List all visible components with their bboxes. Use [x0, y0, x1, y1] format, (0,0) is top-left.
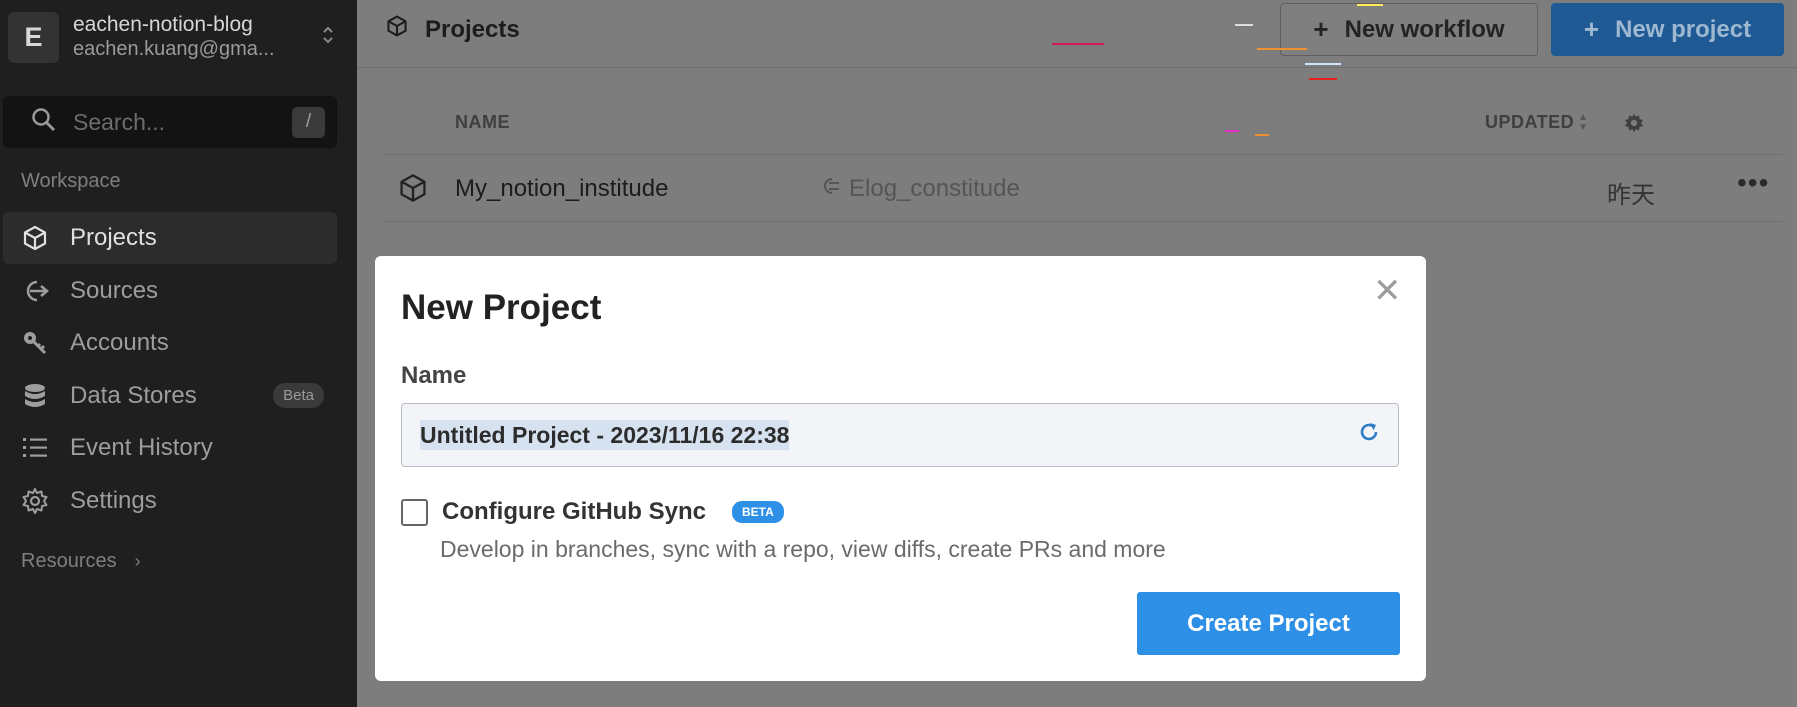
workspace-section-title: Workspace [21, 170, 121, 192]
cube-icon [385, 14, 409, 45]
workspace-avatar: E [8, 11, 59, 63]
source-link-icon [823, 175, 841, 203]
create-project-button[interactable]: Create Project [1137, 592, 1400, 655]
artifact-line [1255, 134, 1269, 136]
chevron-updown-icon[interactable] [322, 24, 334, 51]
gear-icon [20, 486, 50, 516]
artifact-line [1257, 48, 1307, 50]
list-icon [20, 433, 50, 463]
project-source-label: Elog_constitude [849, 175, 1020, 202]
sidebar-nav: Projects Sources Accounts Data Stores Be… [3, 212, 337, 527]
sidebar-item-settings[interactable]: Settings [3, 475, 337, 527]
cube-icon [397, 172, 429, 209]
column-settings-gear-icon[interactable] [1623, 112, 1645, 139]
github-sync-description: Develop in branches, sync with a repo, v… [440, 536, 1166, 562]
artifact-line [1235, 24, 1253, 26]
workspace-switcher[interactable]: E eachen-notion-blog eachen.kuang@gma... [8, 8, 348, 66]
page-title-text: Projects [425, 15, 520, 43]
refresh-icon[interactable] [1358, 421, 1380, 450]
source-arrow-icon [20, 276, 50, 306]
github-sync-checkbox[interactable] [401, 498, 428, 526]
project-name-selected-text: Untitled Project - 2023/11/16 22:38 [420, 419, 790, 450]
search-input[interactable]: Search... [73, 109, 292, 136]
more-options-icon[interactable]: ••• [1737, 167, 1769, 199]
project-source[interactable]: Elog_constitude [823, 175, 1020, 203]
beta-badge: Beta [273, 383, 324, 408]
modal-title: New Project [401, 288, 602, 327]
top-bar: Projects + New workflow + New project [357, 0, 1797, 68]
search-bar[interactable]: Search... / [3, 96, 337, 148]
workspace-info: eachen-notion-blog eachen.kuang@gma... [73, 13, 322, 60]
sidebar-item-label: Projects [70, 224, 157, 251]
search-icon [31, 107, 57, 138]
sidebar-item-projects[interactable]: Projects [3, 212, 337, 264]
plus-icon: + [1313, 14, 1329, 44]
plus-icon: + [1583, 14, 1600, 44]
new-project-label: New project [1615, 15, 1752, 43]
project-updated: 昨天 [1607, 182, 1655, 209]
sidebar-item-sources[interactable]: Sources [3, 265, 337, 317]
new-workflow-label: New workflow [1344, 15, 1505, 43]
cube-icon [20, 223, 50, 253]
artifact-line [1052, 43, 1104, 45]
beta-badge: BETA [732, 501, 784, 523]
project-name-input[interactable]: Untitled Project - 2023/11/16 22:38 [401, 403, 1399, 467]
key-icon [20, 328, 50, 358]
artifact-line [1225, 130, 1239, 132]
chevron-right-icon: › [134, 551, 141, 571]
sidebar-item-event-history[interactable]: Event History [3, 422, 337, 474]
workspace-name: eachen-notion-blog [73, 13, 253, 37]
column-header-updated[interactable]: UPDATED ▲ ▼ [1485, 112, 1589, 133]
sidebar-item-accounts[interactable]: Accounts [3, 317, 337, 369]
search-shortcut-key: / [292, 106, 325, 138]
sidebar-item-label: Data Stores [70, 381, 197, 409]
column-header-name[interactable]: NAME [455, 112, 510, 133]
sidebar-item-data-stores[interactable]: Data Stores Beta [3, 370, 337, 422]
sidebar-item-label: Event History [70, 434, 213, 461]
project-name[interactable]: My_notion_institude [455, 175, 668, 203]
project-name-value: Untitled Project - 2023/11/16 22:38 [420, 419, 1358, 450]
new-project-button[interactable]: + New project [1551, 3, 1784, 56]
database-icon [20, 381, 50, 411]
github-sync-option: Configure GitHub Sync BETA [401, 498, 784, 526]
artifact-line [1305, 63, 1341, 65]
workspace-email: eachen.kuang@gma... [73, 37, 275, 60]
sidebar-item-label: Sources [70, 276, 159, 304]
sidebar-item-label: Accounts [70, 329, 169, 356]
artifact-line [1357, 4, 1383, 6]
table-row[interactable]: My_notion_institude Elog_constitude 昨天 •… [383, 154, 1783, 222]
sidebar: E eachen-notion-blog eachen.kuang@gma...… [0, 0, 357, 707]
column-header-updated-label: UPDATED [1485, 112, 1575, 132]
artifact-line [1309, 78, 1337, 80]
resources-link[interactable]: Resources › [21, 550, 141, 573]
new-project-modal: New Project ✕ Name Untitled Project - 20… [375, 256, 1426, 681]
new-workflow-button[interactable]: + New workflow [1280, 3, 1538, 56]
sidebar-item-label: Settings [70, 486, 157, 514]
page-title: Projects [385, 14, 520, 45]
name-field-label: Name [401, 362, 467, 389]
close-icon[interactable]: ✕ [1373, 274, 1402, 308]
resources-label: Resources [21, 550, 117, 572]
sort-icon: ▲ ▼ [1578, 111, 1589, 133]
github-sync-label[interactable]: Configure GitHub Sync [442, 498, 706, 526]
